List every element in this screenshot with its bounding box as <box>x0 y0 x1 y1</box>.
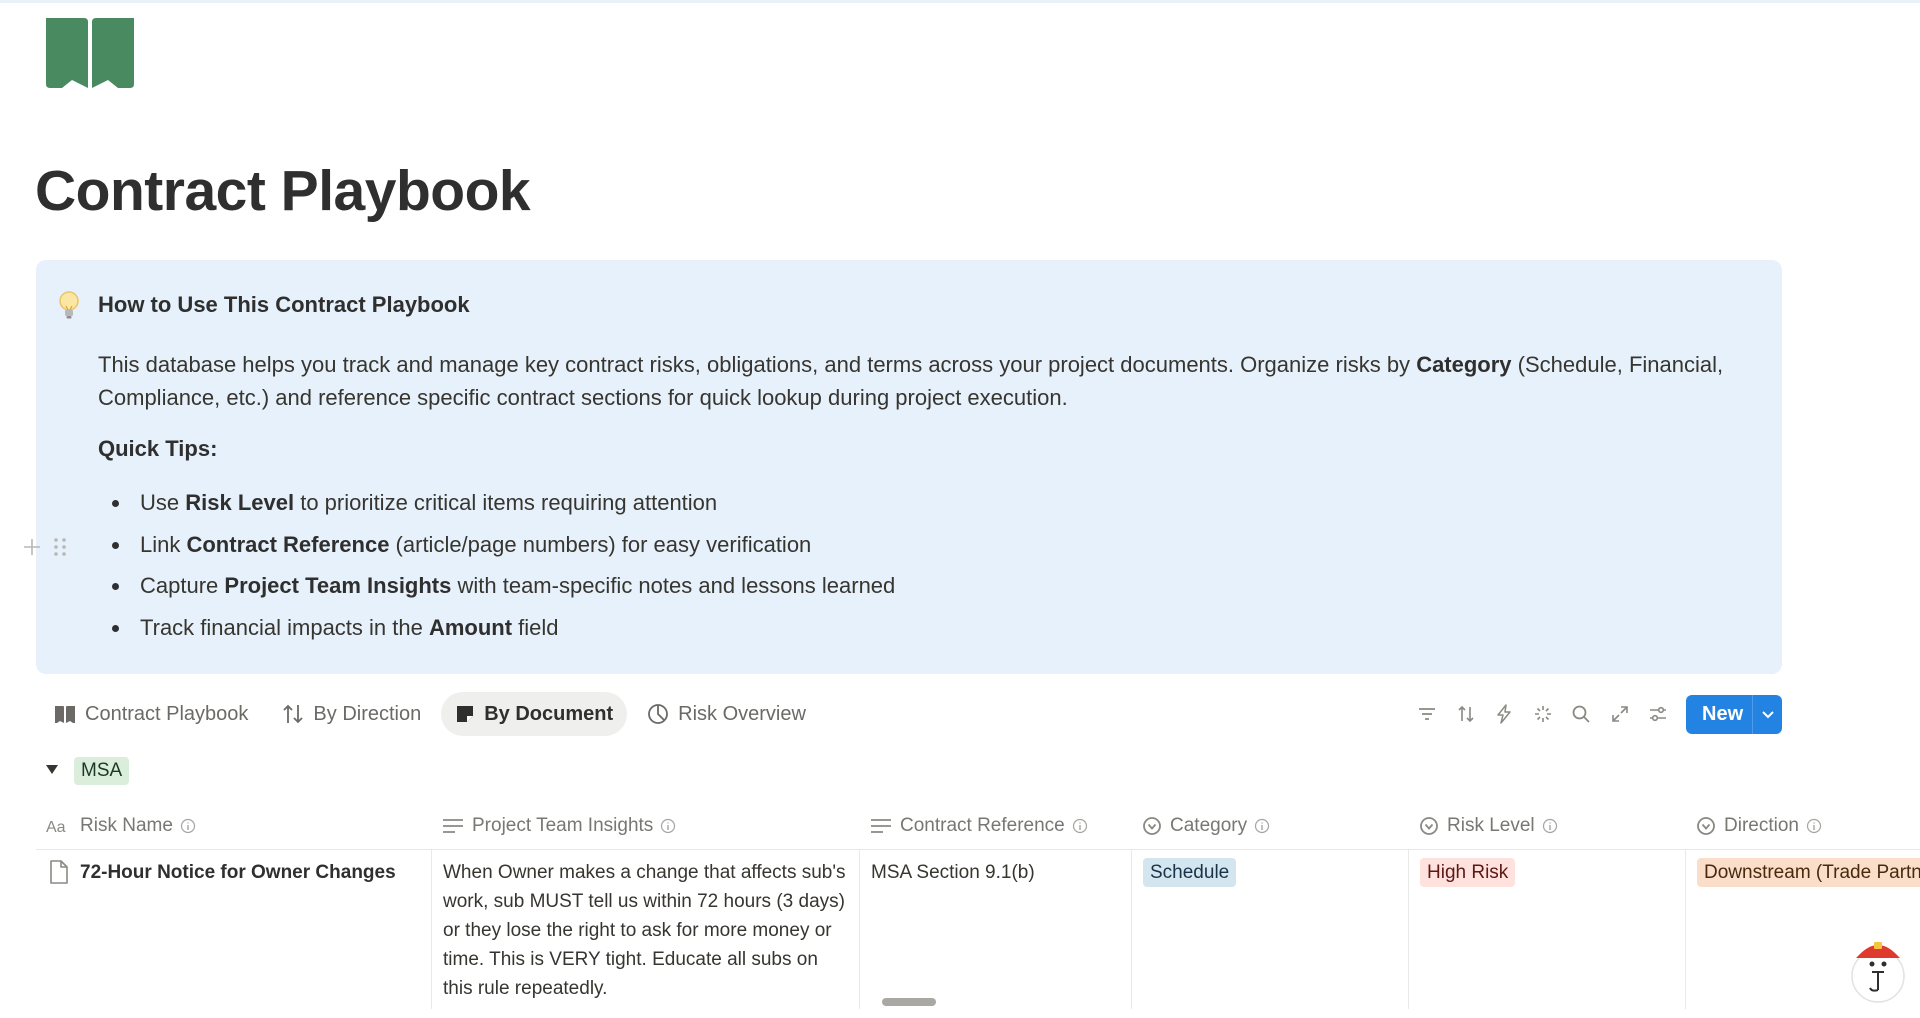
tip-bold: Project Team Insights <box>224 573 452 598</box>
column-label: Project Team Insights <box>472 815 654 836</box>
text-lines-icon <box>443 819 463 833</box>
tip-bold: Contract Reference <box>186 531 390 557</box>
info-icon[interactable] <box>180 818 196 834</box>
view-tabs: Contract Playbook By Direction By Docume… <box>40 691 826 737</box>
tip-text-end: (article/page numbers) for easy verifica… <box>389 531 812 557</box>
direction-tag: Downstream (Trade Partner) <box>1697 858 1920 887</box>
title-aa-icon: Aa <box>46 819 66 835</box>
info-icon[interactable] <box>1072 818 1088 834</box>
tip-text-end: with team-specific notes and lessons lea… <box>451 573 896 598</box>
select-icon <box>1420 817 1438 835</box>
category-tag: Schedule <box>1143 858 1237 887</box>
column-header-category[interactable]: Category <box>1142 803 1278 849</box>
info-icon[interactable] <box>1542 818 1558 834</box>
tip-text-end: field <box>512 614 559 640</box>
tips-list: Use Risk Level to prioritize critical it… <box>98 488 895 654</box>
open-book-icon[interactable] <box>44 16 136 90</box>
page-icon <box>50 860 68 884</box>
column-label: Direction <box>1724 815 1799 836</box>
cell-risk-name[interactable]: 72-Hour Notice for Owner Changes <box>48 858 428 1018</box>
new-record-button[interactable]: New <box>1686 695 1782 734</box>
cell-contract-reference[interactable]: MSA Section 9.1(b) <box>871 858 1121 1018</box>
callout-intro-text: This database helps you track and manage… <box>98 352 1417 377</box>
tab-label: By Document <box>484 702 614 725</box>
table-row[interactable]: 72-Hour Notice for Owner Changes When Ow… <box>36 850 1920 1010</box>
column-header-insights[interactable]: Project Team Insights <box>442 803 684 849</box>
svg-text:Aa: Aa <box>46 819 66 835</box>
chevron-down-icon[interactable] <box>1753 710 1782 720</box>
list-item: Link Contract Reference (article/page nu… <box>98 530 895 572</box>
risk-level-tag: High Risk <box>1420 858 1516 887</box>
triangle-down-icon <box>46 765 58 774</box>
horizontal-scrollbar[interactable] <box>882 998 936 1006</box>
ai-sparkle-icon[interactable] <box>1524 694 1563 734</box>
book-icon <box>55 706 75 723</box>
tip-text: Use <box>140 490 186 515</box>
tab-by-document[interactable]: By Document <box>441 692 628 736</box>
tip-text: Capture <box>140 573 225 598</box>
info-icon[interactable] <box>1806 818 1822 834</box>
group-collapse-toggle[interactable] <box>44 761 60 777</box>
filter-icon[interactable] <box>1408 694 1447 734</box>
callout-block: How to Use This Contract Playbook This d… <box>36 260 1782 674</box>
column-header-risk-level[interactable]: Risk Level <box>1419 803 1566 849</box>
search-icon[interactable] <box>1562 694 1601 734</box>
settings-icon[interactable] <box>1639 694 1678 734</box>
expand-icon[interactable] <box>1601 694 1640 734</box>
column-label: Risk Level <box>1447 815 1535 836</box>
sort-arrows-icon <box>283 704 304 724</box>
callout-intro-bold: Category <box>1416 352 1512 377</box>
tab-risk-overview[interactable]: Risk Overview <box>633 692 820 736</box>
pie-chart-icon <box>648 704 669 724</box>
text-lines-icon <box>871 819 891 833</box>
tip-bold: Amount <box>428 614 513 640</box>
info-icon[interactable] <box>1254 818 1270 834</box>
tab-label: Risk Overview <box>678 702 806 725</box>
select-icon <box>1697 817 1715 835</box>
page-title[interactable]: Contract Playbook <box>35 158 531 224</box>
risk-name[interactable]: 72-Hour Notice for Owner Changes <box>80 858 396 1018</box>
list-item: Use Risk Level to prioritize critical it… <box>98 488 895 530</box>
database-table: Aa Risk Name Project Team Insights Contr… <box>36 803 1920 1010</box>
tip-text: Track financial impacts in the <box>140 614 429 640</box>
drag-handle-icon[interactable] <box>54 538 66 556</box>
database-toolbar <box>1408 694 1678 734</box>
firefighter-avatar-icon <box>1851 942 1905 1003</box>
callout-intro: This database helps you track and manage… <box>98 348 1758 414</box>
table-header: Aa Risk Name Project Team Insights Contr… <box>36 803 1920 850</box>
tip-bold: Risk Level <box>185 490 295 515</box>
document-icon <box>457 706 474 722</box>
cell-insights[interactable]: When Owner makes a change that affects s… <box>443 858 851 1018</box>
lightbulb-icon[interactable] <box>58 290 80 320</box>
automation-icon[interactable] <box>1485 694 1524 734</box>
column-label: Risk Name <box>80 815 173 836</box>
tab-label: Contract Playbook <box>85 702 249 725</box>
tab-by-direction[interactable]: By Direction <box>268 692 435 736</box>
cell-category[interactable]: Schedule <box>1143 858 1398 1018</box>
column-header-direction[interactable]: Direction <box>1696 803 1830 849</box>
list-item: Capture Project Team Insights with team-… <box>98 571 895 613</box>
column-header-risk-name[interactable]: Aa Risk Name <box>46 803 204 849</box>
select-icon <box>1143 817 1161 835</box>
new-button-label[interactable]: New <box>1686 703 1750 726</box>
column-label: Category <box>1170 815 1248 836</box>
list-item: Track financial impacts in the Amount fi… <box>98 613 895 655</box>
tab-label: By Direction <box>313 702 422 725</box>
help-assistant-button[interactable] <box>1848 934 1908 1004</box>
info-icon[interactable] <box>660 818 676 834</box>
cell-risk-level[interactable]: High Risk <box>1420 858 1675 1018</box>
sort-icon[interactable] <box>1447 694 1486 734</box>
block-handle <box>20 536 70 558</box>
tab-contract-playbook[interactable]: Contract Playbook <box>40 692 262 736</box>
callout-title: How to Use This Contract Playbook <box>98 292 470 317</box>
top-border <box>0 0 1920 3</box>
column-header-contract-reference[interactable]: Contract Reference <box>870 803 1096 849</box>
group-label[interactable]: MSA <box>74 757 130 785</box>
tip-text: Link <box>140 531 187 557</box>
tip-text-end: to prioritize critical items requiring a… <box>294 490 718 515</box>
column-label: Contract Reference <box>900 815 1065 836</box>
tips-heading: Quick Tips: <box>98 436 218 461</box>
add-block-icon[interactable] <box>24 539 40 555</box>
